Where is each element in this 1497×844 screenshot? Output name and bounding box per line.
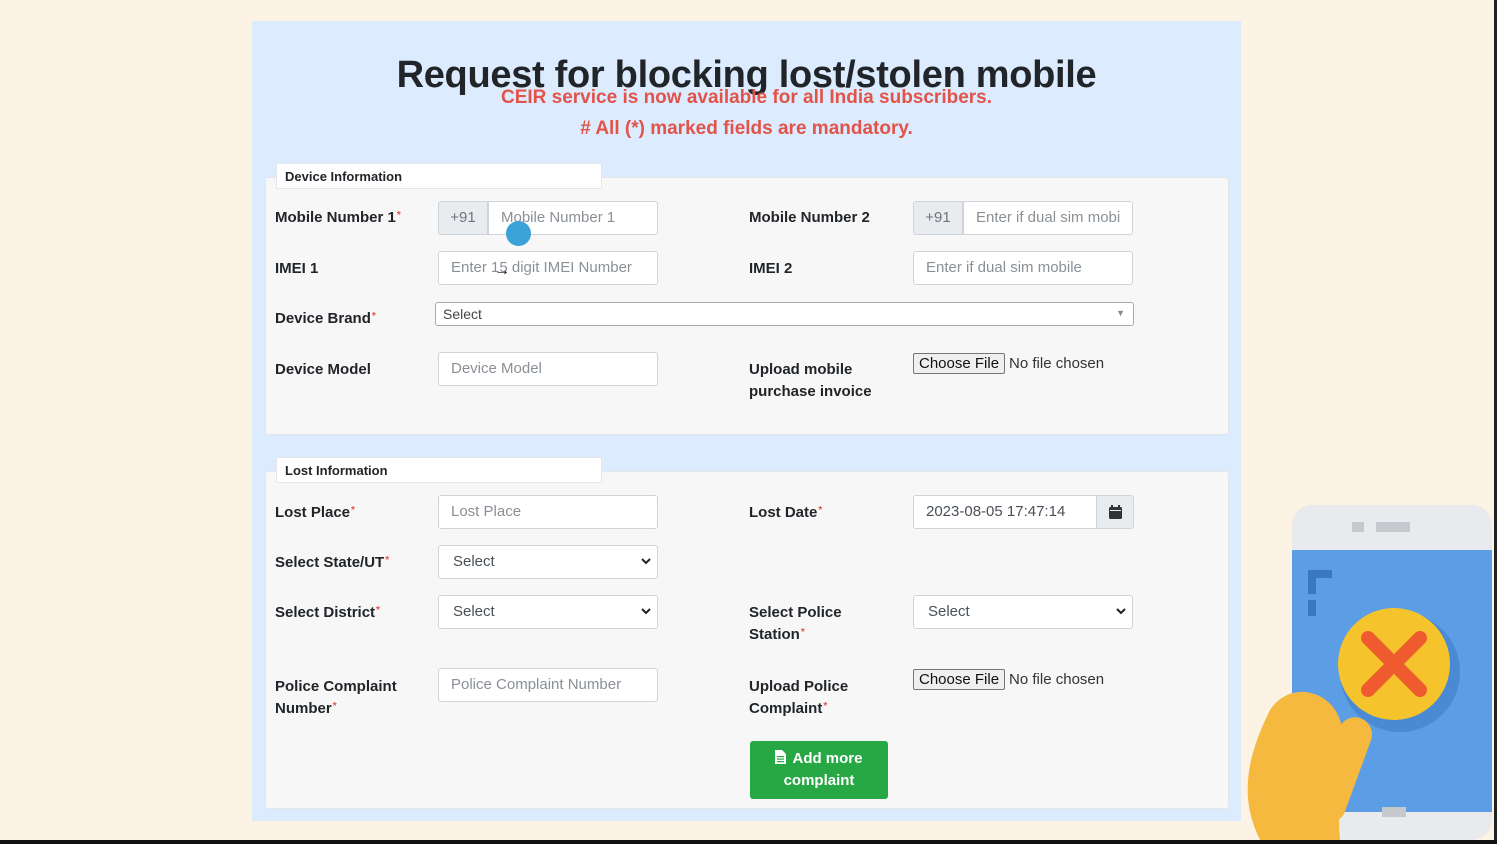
window-edge bbox=[0, 840, 1497, 844]
complaint-number-label: Police Complaint Number* bbox=[275, 678, 397, 717]
upload-invoice-label: Upload mobile purchase invoice bbox=[749, 361, 872, 400]
availability-notice: CEIR service is now available for all In… bbox=[500, 87, 993, 108]
country-code-prefix: +91 bbox=[913, 201, 963, 235]
imei-1-input[interactable]: Enter 15 digit IMEI Number bbox=[438, 251, 658, 285]
file-icon bbox=[775, 750, 787, 764]
form-panel: Request for blocking lost/stolen mobile … bbox=[252, 21, 1241, 821]
district-value: Select bbox=[453, 603, 495, 620]
mobile-number-2-input[interactable]: Enter if dual sim mobi bbox=[963, 201, 1133, 235]
complaint-number-input[interactable]: Police Complaint Number bbox=[438, 668, 658, 702]
file-status: No file chosen bbox=[1009, 671, 1105, 688]
state-value: Select bbox=[453, 553, 495, 570]
country-code-prefix: +91 bbox=[438, 201, 488, 235]
police-station-label: Select Police Station* bbox=[749, 604, 842, 643]
imei-1-label: IMEI 1 bbox=[275, 260, 319, 277]
device-model-input[interactable]: Device Model bbox=[438, 352, 658, 386]
chevron-down-icon bbox=[641, 608, 651, 615]
chevron-down-icon bbox=[1116, 608, 1126, 615]
lost-place-label: Lost Place* bbox=[275, 504, 355, 521]
lost-place-input[interactable]: Lost Place bbox=[438, 495, 658, 529]
police-station-select[interactable]: Select bbox=[913, 595, 1133, 629]
choose-file-button[interactable]: Choose File bbox=[913, 669, 1006, 690]
lost-date-label: Lost Date* bbox=[749, 504, 823, 521]
mobile-number-2-label: Mobile Number 2 bbox=[749, 209, 870, 226]
device-brand-select[interactable]: Select ▼ bbox=[435, 302, 1134, 326]
mouse-pointer-icon: → bbox=[494, 262, 510, 279]
click-indicator bbox=[506, 221, 531, 246]
choose-file-button[interactable]: Choose File bbox=[913, 353, 1006, 374]
device-model-label: Device Model bbox=[275, 361, 371, 378]
state-select[interactable]: Select bbox=[438, 545, 658, 579]
section-legend: Lost Information bbox=[276, 457, 602, 483]
complaint-file-input[interactable]: Choose File No file chosen bbox=[913, 669, 1104, 690]
calendar-button[interactable] bbox=[1096, 495, 1134, 529]
mobile-number-1-label: Mobile Number 1* bbox=[275, 209, 401, 226]
lost-date-input[interactable]: 2023-08-05 17:47:14 bbox=[913, 495, 1097, 529]
file-status: No file chosen bbox=[1009, 355, 1105, 372]
device-brand-label: Device Brand* bbox=[275, 310, 376, 327]
district-label: Select District* bbox=[275, 604, 380, 621]
invoice-file-input[interactable]: Choose File No file chosen bbox=[913, 353, 1104, 374]
section-legend: Device Information bbox=[276, 163, 602, 189]
upload-complaint-label: Upload Police Complaint* bbox=[749, 678, 849, 717]
add-button-line1: Add more bbox=[792, 750, 863, 767]
district-select[interactable]: Select bbox=[438, 595, 658, 629]
device-brand-value: Select bbox=[443, 306, 482, 322]
lost-information-section: Lost Information Lost Place* Lost Place … bbox=[265, 457, 1229, 809]
dropdown-arrow-icon: ▼ bbox=[1116, 308, 1125, 318]
chevron-down-icon bbox=[641, 558, 651, 565]
imei-2-input[interactable]: Enter if dual sim mobile bbox=[913, 251, 1133, 285]
calendar-icon bbox=[1108, 504, 1122, 519]
device-information-section: Device Information Mobile Number 1* +91 … bbox=[265, 163, 1229, 435]
imei-2-label: IMEI 2 bbox=[749, 260, 793, 277]
police-station-value: Select bbox=[928, 603, 970, 620]
add-more-complaint-button[interactable]: Add more complaint bbox=[750, 741, 888, 799]
state-label: Select State/UT* bbox=[275, 554, 390, 571]
blocked-phone-illustration bbox=[1247, 505, 1492, 840]
mandatory-note: # All (*) marked fields are mandatory. bbox=[580, 118, 913, 139]
add-button-line2: complaint bbox=[783, 772, 855, 789]
